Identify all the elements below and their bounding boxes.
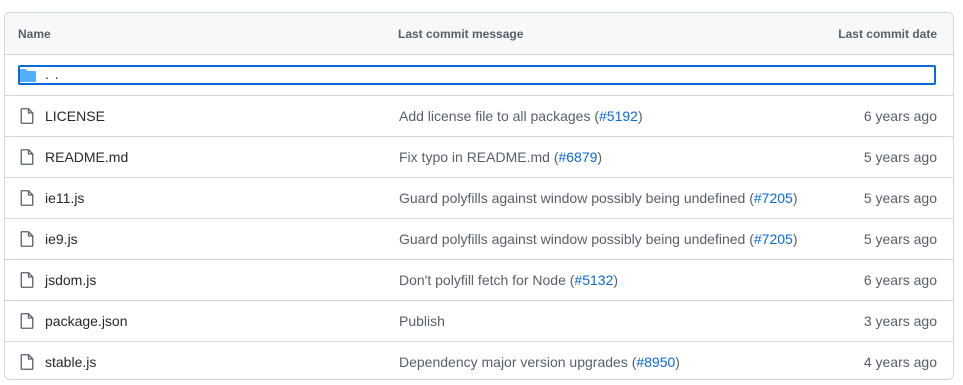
- file-name-link[interactable]: package.json: [45, 313, 128, 329]
- pull-request-link[interactable]: #7205: [754, 190, 793, 206]
- commit-message-suffix: ): [597, 149, 603, 165]
- commit-message: Fix typo in README.md (#6879): [399, 149, 602, 165]
- commit-message: Guard polyfills against window possibly …: [399, 231, 797, 247]
- commit-date: 5 years ago: [863, 149, 937, 165]
- commit-message: Guard polyfills against window possibly …: [399, 190, 797, 206]
- commit-message: Don't polyfill fetch for Node (#5132): [399, 272, 618, 288]
- commit-message-suffix: ): [637, 108, 643, 124]
- file-row[interactable]: LICENSE Add license file to all packages …: [5, 96, 953, 137]
- file-icon: [20, 272, 34, 288]
- folder-icon: [20, 69, 36, 82]
- file-icon: [20, 108, 34, 124]
- file-name-link[interactable]: ie9.js: [45, 231, 78, 247]
- file-name-link[interactable]: stable.js: [45, 354, 96, 370]
- pull-request-link[interactable]: #5132: [574, 272, 613, 288]
- pull-request-link[interactable]: #6879: [558, 149, 597, 165]
- file-icon: [20, 231, 34, 247]
- commit-message-text[interactable]: Guard polyfills against window possibly …: [399, 190, 754, 206]
- pull-request-link[interactable]: #7205: [754, 231, 793, 247]
- commit-date: 5 years ago: [863, 190, 937, 206]
- file-icon: [20, 354, 34, 370]
- table-header: Name Last commit message Last commit dat…: [5, 13, 953, 55]
- file-table: Name Last commit message Last commit dat…: [4, 12, 954, 380]
- commit-date: 4 years ago: [863, 354, 937, 370]
- column-header-date: Last commit date: [838, 27, 937, 41]
- file-name-link[interactable]: README.md: [45, 149, 128, 165]
- file-name-link[interactable]: LICENSE: [45, 108, 105, 124]
- pull-request-link[interactable]: #8950: [636, 354, 675, 370]
- commit-message: Publish: [399, 313, 445, 329]
- file-icon: [20, 190, 34, 206]
- file-row[interactable]: stable.js Dependency major version upgrad…: [5, 342, 953, 379]
- file-icon: [20, 149, 34, 165]
- commit-date: 6 years ago: [863, 272, 937, 288]
- commit-message-text[interactable]: Fix typo in README.md (: [399, 149, 558, 165]
- commit-date: 5 years ago: [863, 231, 937, 247]
- commit-message-suffix: ): [792, 190, 798, 206]
- commit-message-text[interactable]: Add license file to all packages (: [399, 108, 599, 124]
- commit-message: Dependency major version upgrades (#8950…: [399, 354, 680, 370]
- column-header-message: Last commit message: [398, 27, 524, 41]
- file-name-link[interactable]: ie11.js: [45, 190, 84, 206]
- commit-message-text[interactable]: Guard polyfills against window possibly …: [399, 231, 754, 247]
- file-name-link[interactable]: jsdom.js: [45, 272, 96, 288]
- file-row[interactable]: README.md Fix typo in README.md (#6879) 5 …: [5, 137, 953, 178]
- parent-directory-row[interactable]: . .: [5, 55, 953, 96]
- commit-message-suffix: ): [613, 272, 619, 288]
- file-row[interactable]: jsdom.js Don't polyfill fetch for Node (#…: [5, 260, 953, 301]
- commit-date: 6 years ago: [863, 108, 937, 124]
- pull-request-link[interactable]: #5192: [599, 108, 638, 124]
- commit-message-text[interactable]: Publish: [399, 313, 445, 329]
- focus-outline: [18, 65, 936, 85]
- file-row[interactable]: ie9.js Guard polyfills against window pos…: [5, 219, 953, 260]
- file-row[interactable]: ie11.js Guard polyfills against window po…: [5, 178, 953, 219]
- column-header-name: Name: [18, 27, 51, 41]
- file-row[interactable]: package.json Publish 3 years ago: [5, 301, 953, 342]
- commit-message-text[interactable]: Dependency major version upgrades (: [399, 354, 636, 370]
- commit-message-text[interactable]: Don't polyfill fetch for Node (: [399, 272, 574, 288]
- commit-message-suffix: ): [792, 231, 798, 247]
- commit-message: Add license file to all packages (#5192): [399, 108, 643, 124]
- file-icon: [20, 313, 34, 329]
- commit-message-suffix: ): [675, 354, 680, 370]
- commit-date: 3 years ago: [863, 313, 937, 329]
- parent-directory-link[interactable]: . .: [45, 66, 60, 82]
